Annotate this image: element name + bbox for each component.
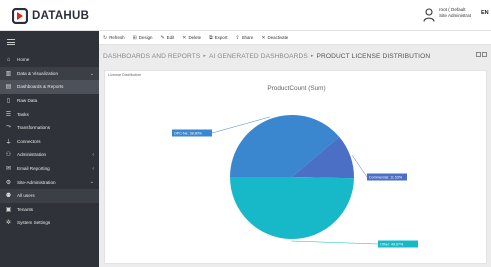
sidebar-item-dashboards-reports[interactable]: ▤ Dashboards & Reports <box>0 80 99 94</box>
chevron-left-icon: ‹ <box>92 152 94 159</box>
refresh-label: Refresh <box>109 35 125 40</box>
admin-icon: ⚇ <box>5 152 12 159</box>
breadcrumb-current: PRODUCT LICENSE DISTRIBUTION <box>316 52 431 60</box>
view-controls <box>474 52 487 57</box>
sidebar-nav: ⌂ Home ▥ Data & Visualization ⌄ ▤ Dashbo… <box>0 53 99 230</box>
language-selector[interactable]: EN <box>481 10 491 16</box>
deactivate-label: Deactivate <box>267 35 289 40</box>
mail-icon: ✉ <box>5 166 12 173</box>
chart-icon: ▥ <box>5 70 12 77</box>
sidebar-item-label: Home <box>17 57 30 63</box>
chevron-left-icon: ‹ <box>92 165 94 172</box>
top-bar: DATAHUB root ( Default Site Administrat … <box>0 0 491 31</box>
transform-icon: ⤳ <box>6 124 11 131</box>
pie-slice-other[interactable] <box>230 177 354 239</box>
user-line-2: Site Administrat <box>439 12 471 18</box>
site-admin-icon: ⚙ <box>5 179 12 186</box>
plug-icon: ⏚ <box>5 139 12 146</box>
toolbar: ↻ Refresh ⊞ Design ✎ Edit ✕ Delete ⧉ Exp… <box>99 31 491 45</box>
sidebar-item-email-reporting[interactable]: ✉ Email Reporting ‹ <box>0 162 99 176</box>
breadcrumb-item-ai-dashboards[interactable]: AI GENERATED DASHBOARDS <box>209 53 308 60</box>
leader-line <box>352 155 368 178</box>
home-icon: ⌂ <box>6 56 11 63</box>
pie-chart: OPC-Ne: 38.80% Commercial: 11.53% Other: 4… <box>172 115 418 248</box>
share-label: Share <box>241 35 254 40</box>
logo-mark-icon <box>12 8 28 24</box>
sidebar-item-raw-data[interactable]: ▯ Raw Data <box>0 94 99 108</box>
data-label: OPC-Ne: 38.80% <box>174 131 203 135</box>
chart-panel: License Distribution ProductCount (Sum) … <box>104 70 487 264</box>
sidebar-item-label: System Settings <box>17 220 51 226</box>
refresh-button[interactable]: ↻ Refresh <box>103 35 125 41</box>
sidebar-item-connectors[interactable]: ⏚ Connectors <box>0 135 99 149</box>
breadcrumb: DASHBOARDS AND REPORTS ▸ AI GENERATED DA… <box>99 46 491 66</box>
users-icon: ⚉ <box>5 193 12 200</box>
export-label: Export <box>214 35 228 40</box>
logo[interactable]: DATAHUB <box>12 8 89 24</box>
delete-button[interactable]: ✕ Delete <box>182 35 201 41</box>
data-label: Other: 49.67% <box>380 242 404 246</box>
sidebar-item-label: Administration <box>17 152 47 158</box>
sidebar-item-label: Tenants <box>17 206 34 212</box>
share-button[interactable]: ⇪ Share <box>235 35 253 41</box>
document-icon: ▯ <box>6 98 11 105</box>
sidebar-item-label: Tasks <box>17 111 29 117</box>
breadcrumb-separator-icon: ▸ <box>203 53 206 59</box>
sidebar-item-data-visualization[interactable]: ▥ Data & Visualization ⌄ <box>0 66 99 81</box>
sidebar-item-tenants[interactable]: ▣ Tenants <box>0 203 99 217</box>
fullscreen-icon[interactable] <box>475 52 481 57</box>
sidebar-item-tasks[interactable]: ☰ Tasks <box>0 107 99 121</box>
sidebar-item-label: Raw Data <box>17 98 38 104</box>
chevron-down-icon: ⌄ <box>89 70 94 77</box>
breadcrumb-separator-icon: ▸ <box>310 53 314 59</box>
design-label: Design <box>138 35 153 40</box>
sidebar-item-label: Dashboards & Reports <box>17 84 64 90</box>
edit-button[interactable]: ✎ Edit <box>160 35 174 41</box>
refresh-icon: ↻ <box>103 34 108 41</box>
sidebar-item-label: Data & Visualization <box>17 70 59 76</box>
sidebar-item-label: All users <box>17 193 35 199</box>
user-icon <box>423 8 435 22</box>
leader-line <box>291 240 379 245</box>
sidebar-item-label: Connectors <box>17 138 41 144</box>
settings-icon: ✲ <box>5 220 12 227</box>
user-name: root ( Default Site Administrat <box>439 7 479 18</box>
hamburger-menu-icon[interactable] <box>7 39 15 45</box>
delete-label: Delete <box>188 35 202 40</box>
chevron-down-icon: ⌄ <box>89 179 94 186</box>
sidebar-item-site-administration[interactable]: ⚙ Site-Administration ⌄ <box>0 175 99 189</box>
export-button[interactable]: ⧉ Export <box>209 35 227 41</box>
dashboard-icon: ▤ <box>5 84 12 91</box>
design-button[interactable]: ⊞ Design <box>133 35 153 41</box>
data-label: Commercial: 11.53% <box>369 175 403 179</box>
sidebar: ⌂ Home ▥ Data & Visualization ⌄ ▤ Dashbo… <box>0 31 99 267</box>
delete-icon: ✕ <box>182 34 187 41</box>
sidebar-item-all-users[interactable]: ⚉ All users <box>0 188 99 203</box>
export-icon: ⧉ <box>209 34 213 41</box>
user-menu[interactable]: root ( Default Site Administrat EN <box>423 7 491 22</box>
tasks-icon: ☰ <box>5 111 12 118</box>
sidebar-item-transformations[interactable]: ⤳ Transformations <box>0 121 99 135</box>
window-icon[interactable] <box>482 52 487 57</box>
breadcrumb-item-dashboards-reports[interactable]: DASHBOARDS AND REPORTS <box>103 53 200 60</box>
sidebar-item-label: Site-Administration <box>17 179 56 185</box>
sidebar-item-system-settings[interactable]: ✲ System Settings <box>0 216 99 230</box>
sidebar-item-label: Email Reporting <box>17 166 50 172</box>
design-icon: ⊞ <box>132 34 137 41</box>
tenant-icon: ▣ <box>5 206 12 213</box>
sidebar-item-administration[interactable]: ⚇ Administration ‹ <box>0 148 99 162</box>
logo-text: DATAHUB <box>32 10 90 22</box>
edit-icon: ✎ <box>160 34 165 41</box>
edit-label: Edit <box>166 35 175 40</box>
sidebar-item-label: Transformations <box>17 125 51 131</box>
share-icon: ⇪ <box>235 34 240 41</box>
deactivate-button[interactable]: ✕ Deactivate <box>261 35 288 41</box>
sidebar-item-home[interactable]: ⌂ Home <box>0 53 99 67</box>
deactivate-icon: ✕ <box>261 34 266 41</box>
